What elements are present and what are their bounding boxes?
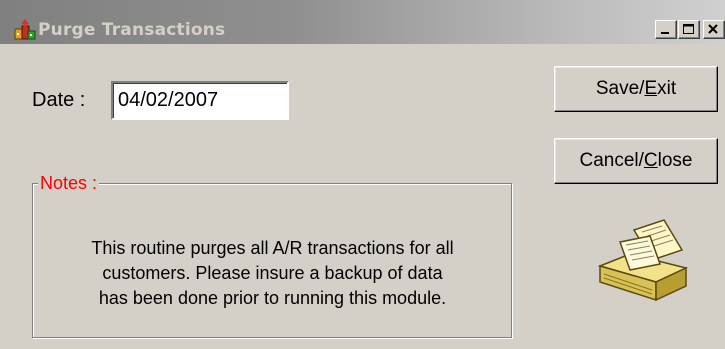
save-exit-mnemonic: E [644, 78, 658, 99]
minimize-button[interactable] [655, 20, 677, 39]
window-title: Purge Transactions [38, 20, 226, 40]
cancel-close-label-prefix: Cancel/ [579, 150, 644, 171]
cancel-close-label-suffix: lose [657, 150, 693, 171]
maximize-icon [683, 24, 694, 34]
maximize-button[interactable] [678, 20, 700, 39]
save-exit-button[interactable]: Save/Exit [554, 66, 718, 112]
notes-line: has been done prior to running this modu… [98, 288, 447, 308]
title-bar[interactable]: Purge Transactions [0, 0, 725, 44]
purge-transactions-window: Purge Transactions Date : Save/Exit Canc… [0, 0, 725, 349]
close-icon [708, 24, 718, 34]
notes-line: This routine purges all A/R transactions… [91, 238, 454, 258]
app-icon [14, 19, 36, 40]
minimize-icon [661, 32, 669, 34]
close-button[interactable] [703, 20, 725, 39]
save-exit-label-suffix: xit [657, 78, 677, 99]
date-input[interactable] [111, 81, 289, 120]
notes-line: customers. Please insure a backup of dat… [102, 263, 443, 283]
paper-stack-icon [597, 219, 689, 302]
notes-text: This routine purges all A/R transactions… [40, 236, 505, 311]
cancel-close-button[interactable]: Cancel/Close [554, 138, 718, 184]
notes-legend: Notes : [38, 173, 100, 194]
date-label: Date : [32, 89, 86, 111]
cancel-close-mnemonic: C [643, 150, 658, 171]
save-exit-label-prefix: Save/ [595, 78, 645, 99]
